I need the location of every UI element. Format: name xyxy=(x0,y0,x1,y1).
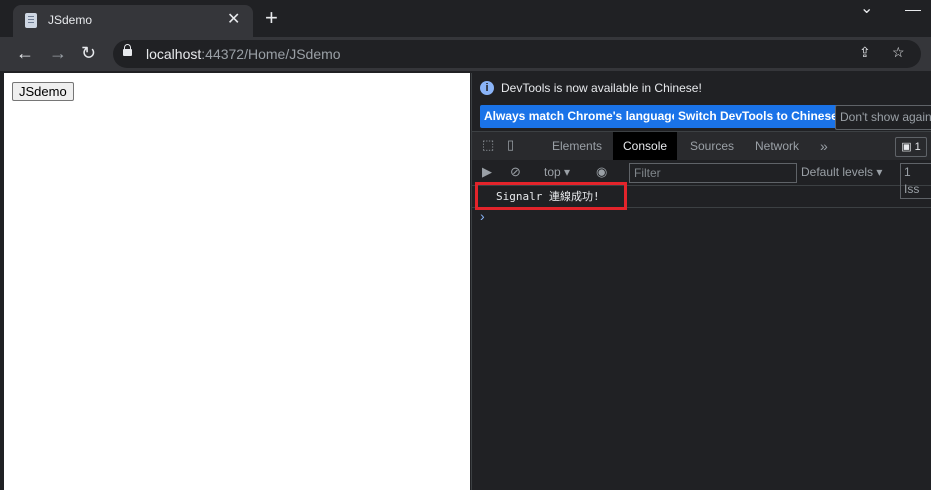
tab-strip: JSdemo ✕ + ⌄ xyxy=(0,0,931,37)
filter-input[interactable]: Filter xyxy=(629,163,797,183)
new-tab-button[interactable]: + xyxy=(265,6,278,30)
context-selector[interactable]: top ▾ xyxy=(544,165,570,179)
close-icon[interactable]: ✕ xyxy=(227,9,240,29)
more-tabs-icon[interactable]: » xyxy=(810,132,838,160)
highlight-box xyxy=(475,182,627,210)
page-viewport: JSdemo xyxy=(4,73,470,490)
tab-network[interactable]: Network xyxy=(745,132,809,160)
infobar-message: DevTools is now available in Chinese! xyxy=(501,81,702,95)
lock-icon xyxy=(123,44,132,56)
inspect-element-icon[interactable]: ⬚ xyxy=(482,138,496,152)
log-levels-dropdown[interactable]: Default levels ▾ xyxy=(801,165,882,179)
back-button[interactable]: ← xyxy=(16,41,34,65)
minimize-button[interactable] xyxy=(905,10,921,11)
reload-button[interactable]: ↻ xyxy=(81,41,96,65)
issues-badge[interactable]: ▣ 1 xyxy=(895,137,927,157)
jsdemo-button[interactable]: JSdemo xyxy=(12,82,74,101)
devtools-tabs: ⬚ ▯ Elements Console Sources Network » ▣… xyxy=(472,131,931,161)
info-icon: i xyxy=(480,81,494,95)
clear-console-icon[interactable]: ⊘ xyxy=(510,165,524,179)
tab-elements[interactable]: Elements xyxy=(542,132,612,160)
bookmark-star-icon[interactable]: ☆ xyxy=(892,44,905,61)
issues-count: 1 xyxy=(914,141,921,153)
sidebar-toggle-icon[interactable]: ▶ xyxy=(482,165,496,179)
context-label: top xyxy=(544,165,561,179)
browser-toolbar: ← → ↻ localhost:44372/Home/JSdemo ⇪ ☆ xyxy=(0,37,931,71)
chevron-down-icon[interactable]: ⌄ xyxy=(860,0,873,18)
forward-button[interactable]: → xyxy=(49,41,67,65)
dont-show-again-button[interactable]: Don't show again xyxy=(835,105,931,130)
share-icon[interactable]: ⇪ xyxy=(859,44,871,61)
language-infobar: i DevTools is now available in Chinese! … xyxy=(472,73,931,131)
browser-tab[interactable]: JSdemo ✕ xyxy=(13,5,253,37)
url-host: localhost xyxy=(146,46,202,62)
eye-icon[interactable]: ◉ xyxy=(596,165,610,179)
devtools-panel: i DevTools is now available in Chinese! … xyxy=(471,73,931,490)
switch-to-chinese-button[interactable]: Switch DevTools to Chinese xyxy=(674,105,842,128)
tab-title: JSdemo xyxy=(48,13,93,27)
url-path: :44372/Home/JSdemo xyxy=(201,46,341,62)
url-text[interactable]: localhost:44372/Home/JSdemo xyxy=(146,46,341,62)
always-match-language-button[interactable]: Always match Chrome's language xyxy=(480,105,683,128)
console-prompt[interactable]: › xyxy=(480,208,485,224)
levels-label: Default levels xyxy=(801,165,874,179)
device-toolbar-icon[interactable]: ▯ xyxy=(507,138,521,152)
tab-sources[interactable]: Sources xyxy=(680,132,744,160)
page-icon xyxy=(25,13,37,28)
tab-console[interactable]: Console xyxy=(613,132,678,160)
address-bar[interactable]: localhost:44372/Home/JSdemo ⇪ ☆ xyxy=(113,40,921,68)
